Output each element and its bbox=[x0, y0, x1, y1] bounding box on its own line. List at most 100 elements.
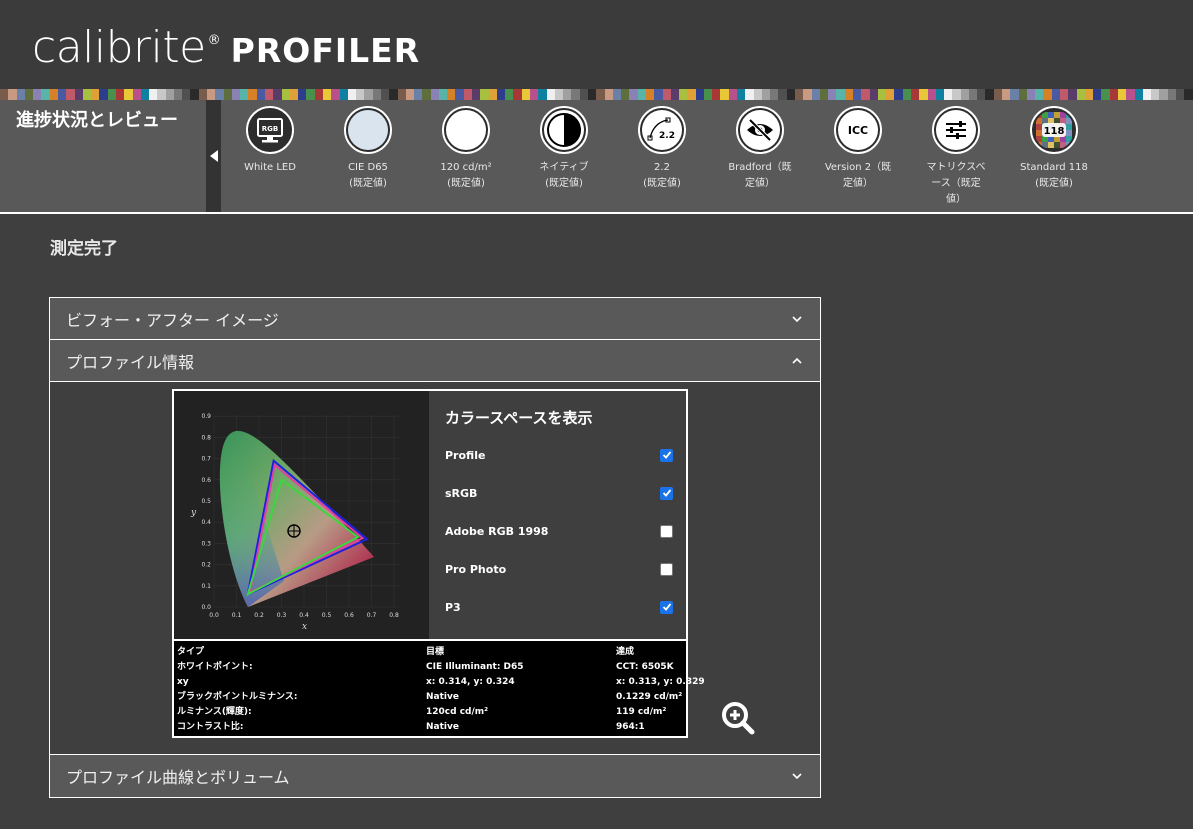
step-sliders[interactable]: マトリクスベ ース（既定 値） bbox=[907, 106, 1005, 208]
step-eye-hidden[interactable]: Bradford（既 定値） bbox=[711, 106, 809, 208]
colorspace-option[interactable]: sRGB bbox=[445, 483, 673, 503]
accordion-profile-info[interactable]: プロファイル情報 bbox=[50, 340, 820, 382]
zoom-in-icon[interactable] bbox=[720, 700, 756, 736]
step-label: CIE D65 (既定値) bbox=[326, 160, 410, 192]
color-swatch bbox=[861, 89, 870, 100]
color-swatch bbox=[1068, 89, 1077, 100]
colorspace-option[interactable]: Adobe RGB 1998 bbox=[445, 521, 673, 541]
info-header: タイプ bbox=[177, 647, 205, 657]
colorspace-option[interactable]: Pro Photo bbox=[445, 559, 673, 579]
color-swatch bbox=[1142, 89, 1152, 100]
y-tick-label: 0.3 bbox=[201, 540, 211, 547]
color-swatch bbox=[74, 89, 83, 100]
step-label: Standard 118 (既定値) bbox=[1012, 160, 1096, 192]
x-tick-label: 0.3 bbox=[277, 612, 287, 619]
color-swatch bbox=[679, 89, 688, 100]
accordion-before-after[interactable]: ビフォー・アフター イメージ bbox=[50, 298, 820, 340]
color-swatch bbox=[99, 89, 108, 100]
color-swatch bbox=[554, 89, 564, 100]
color-swatch bbox=[273, 89, 282, 100]
chevron-down-icon bbox=[792, 315, 802, 322]
colorspace-option-label: sRGB bbox=[445, 486, 478, 500]
color-swatch bbox=[811, 89, 820, 100]
color-swatch bbox=[654, 89, 663, 100]
step-icc[interactable]: ICC Version 2（既 定値） bbox=[809, 106, 907, 208]
color-swatch bbox=[8, 89, 17, 100]
color-swatch bbox=[57, 89, 67, 100]
color-swatch bbox=[670, 89, 680, 100]
color-swatch bbox=[505, 89, 514, 100]
step-label-line: (既定値) bbox=[643, 178, 681, 189]
color-swatch bbox=[182, 89, 191, 100]
colorspace-option[interactable]: Profile bbox=[445, 445, 673, 465]
x-tick-label: 0.0 bbox=[209, 612, 219, 619]
color-swatch bbox=[852, 89, 862, 100]
color-swatch bbox=[645, 89, 655, 100]
color-swatch bbox=[472, 89, 481, 100]
colorspace-checkbox[interactable] bbox=[660, 448, 673, 462]
color-swatch bbox=[165, 89, 174, 100]
logo-registered-mark: ® bbox=[207, 33, 221, 48]
step-label-line: (既定値) bbox=[349, 178, 387, 189]
step-label: ネイティブ (既定値) bbox=[522, 160, 606, 192]
color-swatch bbox=[207, 89, 216, 100]
collapse-stepbar-button[interactable] bbox=[206, 100, 221, 212]
logo-product-name: PROFILER bbox=[230, 31, 421, 70]
step-color-chart[interactable]: 118 Standard 118 (既定値) bbox=[1005, 106, 1103, 208]
color-swatch bbox=[372, 89, 381, 100]
color-swatch bbox=[596, 89, 605, 100]
step-label-line: CIE D65 bbox=[348, 162, 388, 173]
step-cie-d65-circle[interactable]: CIE D65 (既定値) bbox=[319, 106, 417, 208]
color-swatch bbox=[1035, 89, 1044, 100]
y-tick-label: 0.8 bbox=[201, 434, 211, 441]
color-swatch bbox=[463, 89, 473, 100]
svg-text:2.2: 2.2 bbox=[659, 131, 675, 141]
color-swatch bbox=[836, 89, 845, 100]
color-swatch bbox=[496, 89, 506, 100]
color-swatch bbox=[405, 89, 415, 100]
step-gamma-curve[interactable]: 2.2 2.2 (既定値) bbox=[613, 106, 711, 208]
x-tick-label: 0.5 bbox=[322, 612, 332, 619]
step-half-contrast-circle[interactable]: ネイティブ (既定値) bbox=[515, 106, 613, 208]
step-white-luminance-circle[interactable]: 120 cd/m² (既定値) bbox=[417, 106, 515, 208]
colorspace-checkbox[interactable] bbox=[660, 524, 673, 538]
info-cell: xy bbox=[177, 677, 189, 687]
color-swatch bbox=[306, 89, 315, 100]
info-grid: タイプ 目標 達成 ホワイトポイント: CIE Illuminant: D65 CCT: … bbox=[177, 645, 705, 735]
color-swatch bbox=[364, 89, 373, 100]
color-swatch bbox=[223, 89, 232, 100]
chevron-left-icon bbox=[209, 150, 218, 162]
colorspace-title: カラースペースを表示 bbox=[445, 409, 593, 427]
accordion-profile-curves[interactable]: プロファイル曲線とボリューム bbox=[50, 755, 820, 797]
color-swatch bbox=[430, 89, 439, 100]
color-swatch-strip bbox=[0, 89, 1193, 100]
color-swatch bbox=[380, 89, 390, 100]
color-swatch bbox=[1109, 89, 1118, 100]
color-swatch bbox=[1159, 89, 1168, 100]
info-cell: Native bbox=[426, 692, 459, 702]
color-swatch bbox=[1151, 89, 1160, 100]
step-rgb-monitor[interactable]: RGB White LED bbox=[221, 106, 319, 208]
colorspace-checkbox[interactable] bbox=[660, 486, 673, 500]
colorspace-checkbox[interactable] bbox=[660, 600, 673, 614]
colorspace-option-label: P3 bbox=[445, 600, 461, 614]
info-cell: CCT: 6505K bbox=[616, 662, 674, 672]
step-label-line: White LED bbox=[244, 162, 296, 173]
color-swatch bbox=[637, 89, 646, 100]
colorspace-checkbox[interactable] bbox=[660, 562, 673, 576]
color-swatch bbox=[256, 89, 265, 100]
y-tick-label: 0.7 bbox=[201, 456, 211, 463]
icc-icon: ICC bbox=[834, 106, 882, 154]
sliders-icon bbox=[932, 106, 980, 154]
x-tick-label: 0.1 bbox=[232, 612, 242, 619]
color-swatch bbox=[66, 89, 75, 100]
color-swatch bbox=[720, 89, 729, 100]
gamma-curve-icon: 2.2 bbox=[638, 106, 686, 154]
color-swatch bbox=[347, 89, 357, 100]
step-label: Bradford（既 定値） bbox=[718, 160, 802, 192]
colorspace-option[interactable]: P3 bbox=[445, 597, 673, 617]
color-swatch bbox=[157, 89, 166, 100]
info-cell: CIE Illuminant: D65 bbox=[426, 662, 524, 672]
colorspace-option-label: Adobe RGB 1998 bbox=[445, 524, 549, 538]
info-cell: 120cd cd/m² bbox=[426, 707, 489, 717]
